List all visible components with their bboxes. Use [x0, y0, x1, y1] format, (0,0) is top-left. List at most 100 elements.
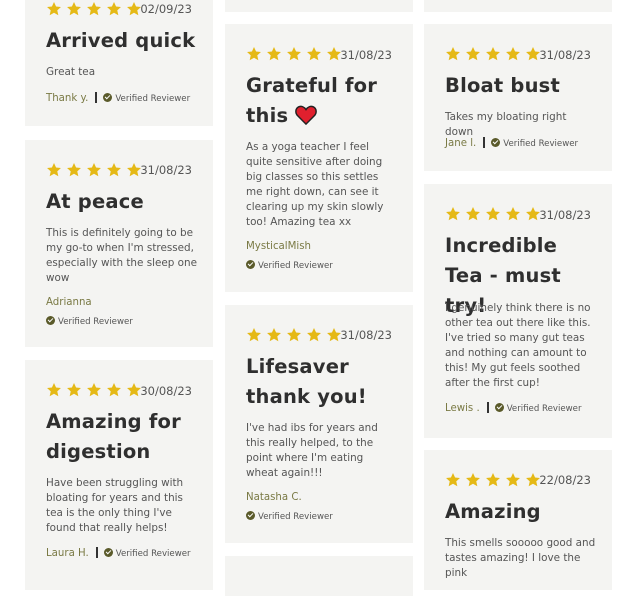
star-icon	[287, 328, 301, 342]
check-circle-icon	[46, 316, 55, 325]
review-date: 31/08/23	[539, 48, 591, 62]
review-card: 31/08/23 Incredible Tea - must try! I ge…	[424, 184, 612, 438]
review-title: At peace	[46, 190, 144, 213]
separator	[95, 92, 98, 103]
star-icon	[506, 47, 520, 61]
star-icon	[247, 47, 261, 61]
review-title: Amazing	[445, 500, 541, 523]
verified-badge: Verified Reviewer	[103, 548, 191, 559]
review-card: 31/08/23 Grateful for this As a yoga tea…	[225, 24, 413, 292]
review-author: Natasha C.	[246, 492, 302, 503]
verified-label: Verified Reviewer	[58, 317, 133, 327]
review-author: MysticalMish	[246, 241, 312, 252]
review-date: 22/08/23	[539, 473, 591, 487]
verified-label: Verified Reviewer	[506, 404, 582, 414]
star-icon	[506, 473, 520, 487]
heart-icon	[295, 105, 318, 125]
star-rating	[46, 1, 142, 17]
star-icon	[247, 328, 261, 342]
review-body: Great tea	[46, 66, 96, 78]
star-icon	[107, 2, 121, 16]
star-icon	[267, 328, 281, 342]
star-icon	[87, 383, 101, 397]
separator	[483, 137, 486, 148]
check-circle-icon	[494, 403, 504, 412]
review-author: Lewis .	[445, 403, 480, 414]
star-icon	[506, 207, 520, 221]
review-author: Adrianna	[46, 297, 92, 308]
review-date: 02/09/23	[140, 2, 192, 16]
review-body: I've had ibs for years and this really h…	[246, 422, 378, 479]
star-icon	[47, 163, 61, 177]
star-rating	[46, 382, 142, 398]
verified-label: Verified Reviewer	[503, 139, 579, 149]
star-icon	[446, 473, 460, 487]
check-circle-icon	[246, 260, 255, 269]
verified-badge: Verified Reviewer	[246, 260, 333, 271]
verified-label: Verified Reviewer	[258, 261, 333, 271]
star-icon	[486, 47, 500, 61]
star-rating	[246, 46, 342, 62]
verified-label: Verified Reviewer	[115, 549, 191, 559]
check-circle-icon	[103, 548, 113, 557]
review-author: Jane l.	[445, 138, 477, 149]
star-icon	[67, 2, 81, 16]
star-icon	[87, 163, 101, 177]
verified-badge: Verified Reviewer	[103, 93, 191, 104]
review-date: 31/08/23	[539, 208, 591, 222]
star-icon	[107, 383, 121, 397]
star-icon	[307, 47, 321, 61]
star-icon	[267, 47, 281, 61]
star-icon	[307, 328, 321, 342]
review-body: This smells sooooo good and tastes amazi…	[445, 537, 596, 579]
separator	[486, 402, 489, 413]
check-circle-icon	[103, 93, 113, 102]
review-author-line: Thank y. Verified Reviewer	[46, 92, 190, 104]
verified-badge: Verified Reviewer	[494, 403, 582, 414]
review-date: 31/08/23	[340, 48, 392, 62]
review-author-line: Lewis . Verified Reviewer	[445, 402, 582, 414]
review-body: This is definitely going to be my go-to …	[46, 227, 198, 284]
star-icon	[486, 473, 500, 487]
star-icon	[67, 383, 81, 397]
review-author-line: Jane l. Verified Reviewer	[445, 137, 578, 149]
verified-label: Verified Reviewer	[115, 94, 191, 104]
review-author-line: Laura H. Verified Reviewer	[46, 547, 191, 559]
star-icon	[466, 473, 480, 487]
star-rating	[46, 162, 142, 178]
star-icon	[446, 207, 460, 221]
review-date: 30/08/23	[140, 384, 192, 398]
review-title: Lifesaver thank you!	[246, 355, 367, 408]
star-icon	[107, 163, 121, 177]
review-card	[424, 0, 612, 12]
check-circle-icon	[246, 511, 255, 520]
star-icon	[446, 47, 460, 61]
verified-badge: Verified Reviewer	[46, 316, 133, 327]
review-title: Amazing for digestion	[46, 410, 181, 463]
star-rating	[445, 206, 541, 222]
review-body: I genuinely think there is no other tea …	[445, 302, 591, 389]
star-icon	[67, 163, 81, 177]
star-rating	[445, 46, 541, 62]
review-card: 30/08/23 Amazing for digestion Have been…	[25, 360, 213, 590]
star-icon	[47, 2, 61, 16]
verified-badge: Verified Reviewer	[246, 511, 333, 522]
review-title: Grateful for this	[246, 71, 401, 131]
star-icon	[486, 207, 500, 221]
review-card: 02/09/23 Arrived quick Great tea Thank y…	[25, 0, 213, 126]
star-icon	[466, 47, 480, 61]
review-card: 22/08/23 Amazing This smells sooooo good…	[424, 450, 612, 590]
review-card	[225, 0, 413, 12]
verified-badge: Verified Reviewer	[491, 138, 579, 149]
review-author: Thank y.	[46, 93, 89, 104]
review-body: As a yoga teacher I feel quite sensitive…	[246, 141, 384, 228]
review-title: Bloat bust	[445, 74, 560, 97]
star-icon	[466, 207, 480, 221]
review-date: 31/08/23	[140, 163, 192, 177]
review-card: 31/08/23 At peace This is definitely goi…	[25, 140, 213, 347]
review-card: 31/08/23 Lifesaver thank you! I've had i…	[225, 305, 413, 543]
separator	[95, 547, 98, 558]
star-rating	[246, 327, 342, 343]
review-body: Have been struggling with bloating for y…	[46, 477, 184, 534]
review-author: Laura H.	[46, 548, 89, 559]
